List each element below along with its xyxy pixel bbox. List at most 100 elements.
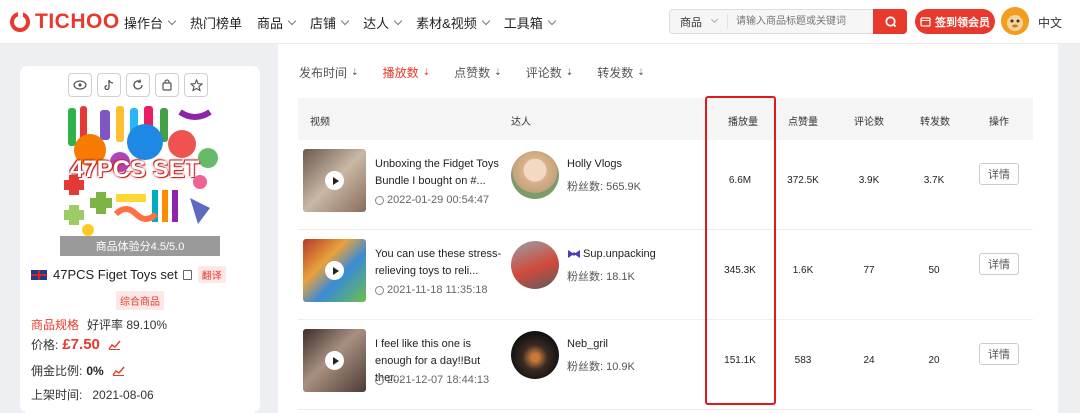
search-input[interactable] xyxy=(728,11,868,32)
creator-avatar[interactable] xyxy=(511,241,559,289)
language-switch[interactable]: 中文 xyxy=(1038,14,1062,31)
fans-label: 粉丝数: xyxy=(567,361,604,373)
nav-label: 素材&视频 xyxy=(416,16,477,31)
comments-value: 24 xyxy=(863,355,875,366)
creator-name[interactable]: Holly Vlogs xyxy=(567,158,622,170)
commission-row: 佣金比例: 0% xyxy=(31,362,125,379)
product-category-tag: 综合商品 xyxy=(116,291,164,310)
creator-name[interactable]: Neb_gril xyxy=(567,338,608,350)
view-button[interactable] xyxy=(68,73,92,97)
detail-button[interactable]: 详情 xyxy=(979,253,1019,275)
nav-item-hot-rankings[interactable]: 热门榜单 xyxy=(190,13,242,32)
sort-label: 评论数 xyxy=(525,66,562,80)
sort-comments[interactable]: 评论数 ⇣ xyxy=(526,64,574,81)
creator-fans: 粉丝数: 10.9K xyxy=(567,358,635,374)
creator-name[interactable]: Sup.unpacking xyxy=(567,248,656,260)
video-date-text: 2021-12-07 18:44:13 xyxy=(387,374,490,386)
creator-name-text: Sup.unpacking xyxy=(583,248,656,260)
nav-label: 达人 xyxy=(363,16,390,31)
detail-button[interactable]: 详情 xyxy=(979,343,1019,365)
chevron-down-icon xyxy=(481,16,490,25)
sort-arrow-icon: ⇣ xyxy=(565,67,574,77)
search-category-select[interactable]: 商品 xyxy=(670,14,728,29)
video-date-text: 2022-01-29 00:54:47 xyxy=(387,194,490,206)
nav-label: 店铺 xyxy=(310,16,337,31)
video-thumbnail[interactable] xyxy=(303,239,366,302)
favorite-button[interactable] xyxy=(184,73,208,97)
trend-chart-icon[interactable] xyxy=(112,366,125,376)
price-row: 价格: £7.50 xyxy=(31,336,121,353)
sort-label: 转发数 xyxy=(597,66,634,80)
sort-tabs: 发布时间 ⇣ 播放数 ⇣ 点赞数 ⇣ 评论数 ⇣ 转发数 ⇣ xyxy=(299,64,669,81)
video-thumbnail[interactable] xyxy=(303,149,366,212)
sort-shares[interactable]: 转发数 ⇣ xyxy=(597,64,645,81)
checkin-member-button[interactable]: 签到领会员 xyxy=(915,9,995,34)
table-row: You can use these stress-relieving toys … xyxy=(298,230,1033,320)
nav-item-shops[interactable]: 店铺 xyxy=(310,13,350,32)
product-name-row: 47PCS Figet Toys set 翻译 xyxy=(31,266,226,283)
logo-mark-icon xyxy=(10,11,30,32)
video-title[interactable]: Unboxing the Fidget Toys Bundle I bought… xyxy=(375,156,505,190)
table-row: I feel like this one is enough for a day… xyxy=(298,320,1033,410)
product-score: 商品体验分4.5/5.0 xyxy=(95,241,185,253)
product-spec-link[interactable]: 商品规格 xyxy=(31,316,79,333)
header-action: 操作 xyxy=(989,117,1009,128)
tiktok-button[interactable] xyxy=(97,73,121,97)
shares-value: 20 xyxy=(928,355,940,366)
search-bar: 商品 xyxy=(669,9,907,34)
video-title[interactable]: You can use these stress-relieving toys … xyxy=(375,246,505,280)
creator-fans: 粉丝数: 565.9K xyxy=(567,178,641,194)
monkey-avatar-icon xyxy=(1001,7,1029,35)
commission-value: 0% xyxy=(86,363,104,378)
main-nav: 操作台 热门榜单 商品 店铺 达人 素材&视频 工具箱 xyxy=(124,13,570,32)
listed-date: 2021-08-06 xyxy=(92,387,154,402)
nav-label: 工具箱 xyxy=(503,16,543,31)
sort-label: 播放数 xyxy=(382,66,419,80)
copy-icon[interactable] xyxy=(182,269,192,280)
nav-item-dashboard[interactable]: 操作台 xyxy=(124,13,177,32)
fans-label: 粉丝数: xyxy=(567,181,604,193)
chevron-down-icon xyxy=(167,16,177,25)
header-shares: 转发数 xyxy=(920,117,950,128)
search-category-label: 商品 xyxy=(680,16,702,29)
creator-fans: 粉丝数: 18.1K xyxy=(567,268,635,284)
creator-avatar[interactable] xyxy=(511,151,559,199)
sort-arrow-icon: ⇣ xyxy=(422,67,431,77)
nav-item-toolbox[interactable]: 工具箱 xyxy=(503,13,557,32)
sort-publish-time[interactable]: 发布时间 ⇣ xyxy=(299,64,359,81)
creator-avatar[interactable] xyxy=(511,331,559,379)
sort-label: 点赞数 xyxy=(454,66,491,80)
plays-value: 6.6M xyxy=(728,175,752,186)
product-action-icons xyxy=(68,73,213,97)
nav-item-products[interactable]: 商品 xyxy=(257,13,297,32)
sort-likes[interactable]: 点赞数 ⇣ xyxy=(454,64,502,81)
chevron-down-icon xyxy=(547,16,557,25)
calendar-icon xyxy=(920,17,931,27)
shares-value: 3.7K xyxy=(923,175,945,186)
star-icon xyxy=(189,78,203,92)
video-panel: 发布时间 ⇣ 播放数 ⇣ 点赞数 ⇣ 评论数 ⇣ 转发数 ⇣ 视频 达人 播放量 点赞量 … xyxy=(278,44,1058,413)
price-label: 价格: xyxy=(31,338,59,352)
likes-value: 583 xyxy=(794,355,812,366)
plays-value: 151.1K xyxy=(724,355,756,366)
chevron-down-icon xyxy=(287,16,297,25)
search-icon xyxy=(884,16,896,28)
header-plays: 播放量 xyxy=(728,117,758,128)
play-icon xyxy=(325,351,344,370)
tichoo-logo[interactable]: TICHOO xyxy=(10,10,120,34)
product-image[interactable]: 47PCS SET 商品体验分4.5/5.0 xyxy=(60,102,220,256)
search-button[interactable] xyxy=(873,9,907,34)
sort-plays[interactable]: 播放数 ⇣ xyxy=(383,64,431,81)
chevron-down-icon xyxy=(710,15,719,24)
shop-button[interactable] xyxy=(155,73,179,97)
nav-item-creators[interactable]: 达人 xyxy=(363,13,403,32)
trend-chart-icon[interactable] xyxy=(108,340,121,350)
video-thumbnail[interactable] xyxy=(303,329,366,392)
refresh-button[interactable] xyxy=(126,73,150,97)
translate-button[interactable]: 翻译 xyxy=(197,266,226,283)
refresh-icon xyxy=(133,79,143,90)
bow-icon xyxy=(568,250,580,258)
nav-item-materials-videos[interactable]: 素材&视频 xyxy=(416,13,490,32)
user-avatar[interactable] xyxy=(1001,7,1029,35)
detail-button[interactable]: 详情 xyxy=(979,163,1019,185)
